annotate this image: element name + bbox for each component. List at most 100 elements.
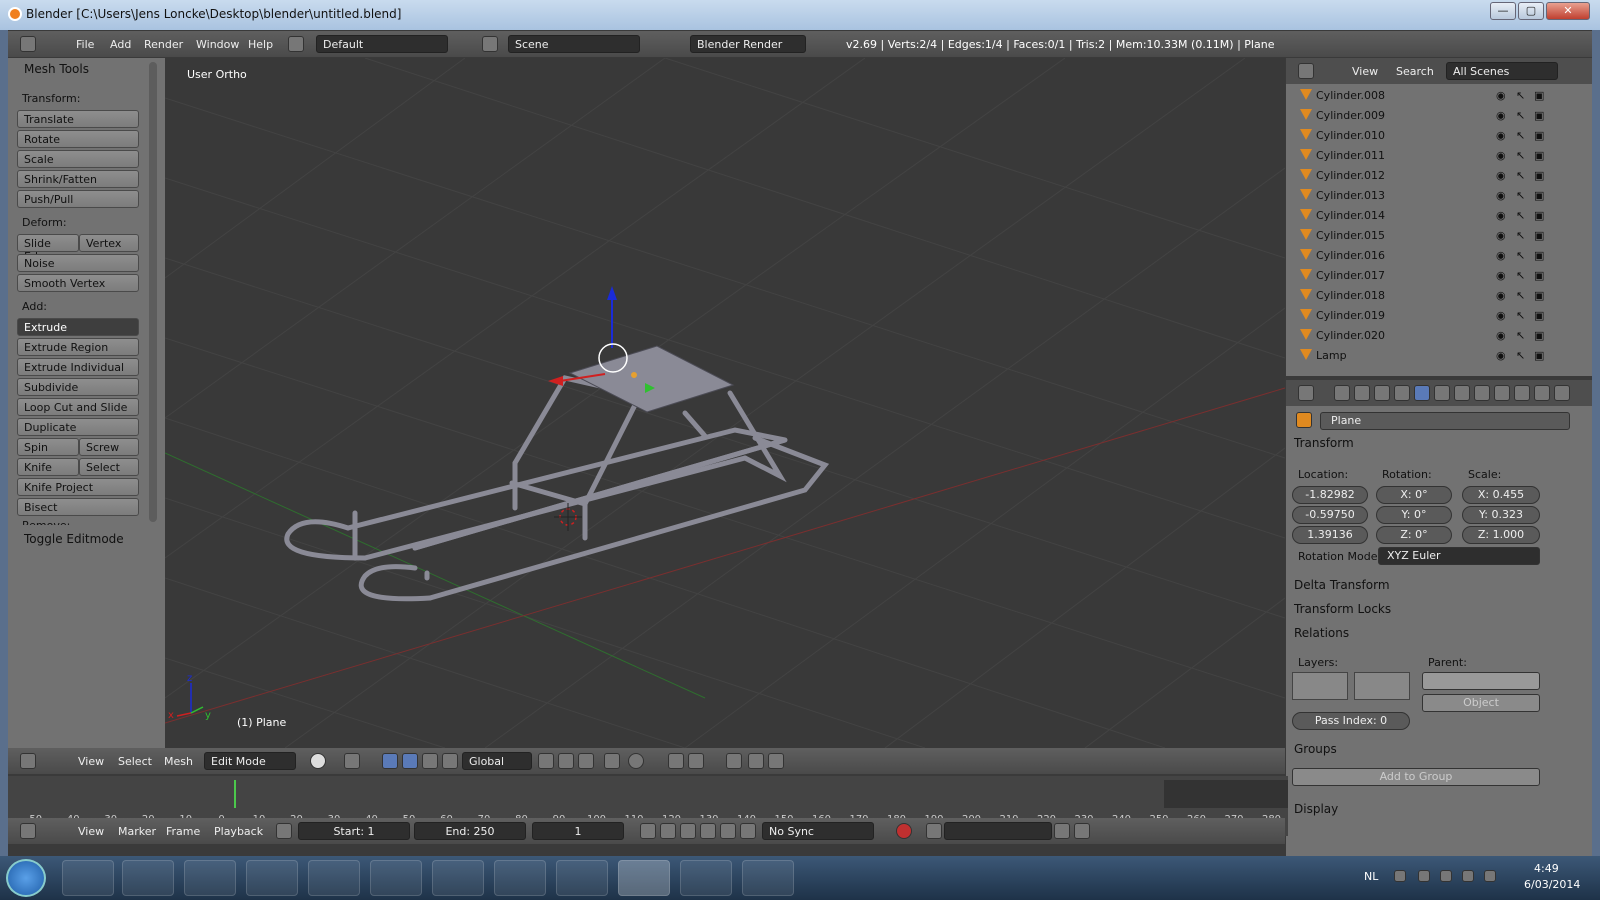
panel-toggle-editmode-title[interactable]: Toggle Editmode	[24, 532, 124, 546]
outliner-item[interactable]: Cylinder.017 ◉ ↖ ▣	[1290, 266, 1580, 285]
knife-select-button[interactable]: Select	[79, 458, 139, 476]
location-x-field[interactable]: -1.82982	[1292, 486, 1368, 504]
slide-vertex-button[interactable]: Vertex	[79, 234, 139, 252]
renderability-camera-icon[interactable]: ▣	[1534, 169, 1544, 182]
edge-select-icon[interactable]	[558, 753, 574, 769]
renderability-camera-icon[interactable]: ▣	[1534, 149, 1544, 162]
outliner-item[interactable]: Cylinder.008 ◉ ↖ ▣	[1290, 86, 1580, 105]
visibility-eye-icon[interactable]: ◉	[1496, 89, 1506, 102]
renderability-camera-icon[interactable]: ▣	[1534, 249, 1544, 262]
visibility-eye-icon[interactable]: ◉	[1496, 229, 1506, 242]
layout-select[interactable]: Default	[316, 35, 448, 53]
next-keyframe-icon[interactable]	[720, 823, 736, 839]
timeline-editor-icon[interactable]	[20, 823, 36, 839]
renderability-camera-icon[interactable]: ▣	[1534, 309, 1544, 322]
clock-time[interactable]: 4:49	[1534, 862, 1559, 875]
photo-viewer-icon[interactable]	[494, 860, 546, 896]
transform-orientation-select[interactable]: Global	[462, 752, 532, 770]
selectability-cursor-icon[interactable]: ↖	[1516, 129, 1525, 142]
section-relations[interactable]: Relations	[1294, 626, 1544, 640]
bisect-button[interactable]: Bisect	[17, 498, 139, 516]
play-reverse-icon[interactable]	[680, 823, 696, 839]
internet-explorer-icon[interactable]	[62, 860, 114, 896]
menu-add[interactable]: Add	[110, 38, 131, 51]
view3d-editor-icon[interactable]	[20, 753, 36, 769]
viewport-shading-icon[interactable]	[310, 753, 326, 769]
outliner-item[interactable]: Cylinder.011 ◉ ↖ ▣	[1290, 146, 1580, 165]
delete-keyframe-icon[interactable]	[1074, 823, 1090, 839]
proportional-edit-icon[interactable]	[628, 753, 644, 769]
translate-manipulator-icon[interactable]	[402, 753, 418, 769]
location-z-field[interactable]: 1.39136	[1292, 526, 1368, 544]
manipulator-toggle-icon[interactable]	[382, 753, 398, 769]
renderability-camera-icon[interactable]: ▣	[1534, 349, 1544, 362]
sync-mode-select[interactable]: No Sync	[762, 822, 874, 840]
outliner-item[interactable]: Lamp ◉ ↖ ▣	[1290, 346, 1580, 365]
visibility-eye-icon[interactable]: ◉	[1496, 109, 1506, 122]
extrude-individual-button[interactable]: Extrude Individual	[17, 358, 139, 376]
chrome-icon[interactable]	[556, 860, 608, 896]
app-icon[interactable]	[432, 860, 484, 896]
outliner-item[interactable]: Cylinder.018 ◉ ↖ ▣	[1290, 286, 1580, 305]
loop-cut-button[interactable]: Loop Cut and Slide	[17, 398, 139, 416]
visibility-eye-icon[interactable]: ◉	[1496, 249, 1506, 262]
render-layers-tab-icon[interactable]	[1354, 385, 1370, 401]
pass-index-field[interactable]: Pass Index: 0	[1292, 712, 1410, 730]
end-frame-field[interactable]: End: 250	[414, 822, 526, 840]
render-tab-icon[interactable]	[1334, 385, 1350, 401]
visibility-eye-icon[interactable]: ◉	[1496, 309, 1506, 322]
constraints-tab-icon[interactable]	[1434, 385, 1450, 401]
visibility-eye-icon[interactable]: ◉	[1496, 149, 1506, 162]
section-transform[interactable]: Transform	[1294, 436, 1544, 450]
section-transform-locks[interactable]: Transform Locks	[1294, 602, 1544, 616]
location-y-field[interactable]: -0.59750	[1292, 506, 1368, 524]
panel-mesh-tools-title[interactable]: Mesh Tools	[24, 62, 89, 76]
section-delta-transform[interactable]: Delta Transform	[1294, 578, 1544, 592]
current-frame-marker[interactable]	[234, 780, 236, 808]
network-icon[interactable]	[1462, 870, 1474, 882]
material-tab-icon[interactable]	[1494, 385, 1510, 401]
renderability-camera-icon[interactable]: ▣	[1534, 189, 1544, 202]
smooth-vertex-button[interactable]: Smooth Vertex	[17, 274, 139, 292]
outliner-item[interactable]: Cylinder.012 ◉ ↖ ▣	[1290, 166, 1580, 185]
selectability-cursor-icon[interactable]: ↖	[1516, 249, 1525, 262]
start-frame-field[interactable]: Start: 1	[298, 822, 410, 840]
start-button[interactable]	[6, 859, 46, 897]
outliner-filter-select[interactable]: All Scenes	[1446, 62, 1558, 80]
screw-button[interactable]: Screw	[79, 438, 139, 456]
timeline-menu-playback[interactable]: Playback	[214, 825, 263, 838]
power-icon[interactable]	[1440, 870, 1452, 882]
layers-grid-1[interactable]	[1292, 672, 1348, 700]
selectability-cursor-icon[interactable]: ↖	[1516, 189, 1525, 202]
renderability-camera-icon[interactable]: ▣	[1534, 289, 1544, 302]
modifiers-tab-icon[interactable]	[1454, 385, 1470, 401]
renderability-camera-icon[interactable]: ▣	[1534, 329, 1544, 342]
knife-project-button[interactable]: Knife Project	[17, 478, 139, 496]
layers-icon[interactable]	[726, 753, 742, 769]
object-tab-icon[interactable]	[1414, 385, 1430, 401]
file-explorer-icon[interactable]	[184, 860, 236, 896]
selectability-cursor-icon[interactable]: ↖	[1516, 289, 1525, 302]
layers-grid-2[interactable]	[1354, 672, 1410, 700]
outliner-item[interactable]: Cylinder.010 ◉ ↖ ▣	[1290, 126, 1580, 145]
selectability-cursor-icon[interactable]: ↖	[1516, 329, 1525, 342]
add-to-group-button[interactable]: Add to Group	[1292, 768, 1540, 786]
rotation-y-field[interactable]: Y: 0°	[1376, 506, 1452, 524]
selectability-cursor-icon[interactable]: ↖	[1516, 89, 1525, 102]
auto-key-icon[interactable]	[276, 823, 292, 839]
outliner-item[interactable]: Cylinder.020 ◉ ↖ ▣	[1290, 326, 1580, 345]
prev-keyframe-icon[interactable]	[660, 823, 676, 839]
viewport-menu-select[interactable]: Select	[118, 755, 152, 768]
outliner-item[interactable]: Cylinder.019 ◉ ↖ ▣	[1290, 306, 1580, 325]
toolshelf-scrollbar[interactable]	[149, 62, 157, 522]
3d-viewport[interactable]: x y z User Ortho (1) Plane	[165, 58, 1285, 748]
record-icon[interactable]	[896, 823, 912, 839]
renderability-camera-icon[interactable]: ▣	[1534, 129, 1544, 142]
limit-selection-icon[interactable]	[604, 753, 620, 769]
blender-taskbar-icon[interactable]	[618, 860, 670, 896]
rotate-button[interactable]: Rotate	[17, 130, 139, 148]
visibility-eye-icon[interactable]: ◉	[1496, 209, 1506, 222]
snap-toggle-icon[interactable]	[668, 753, 684, 769]
scene-tab-icon[interactable]	[1374, 385, 1390, 401]
minimize-button[interactable]: —	[1490, 2, 1516, 20]
